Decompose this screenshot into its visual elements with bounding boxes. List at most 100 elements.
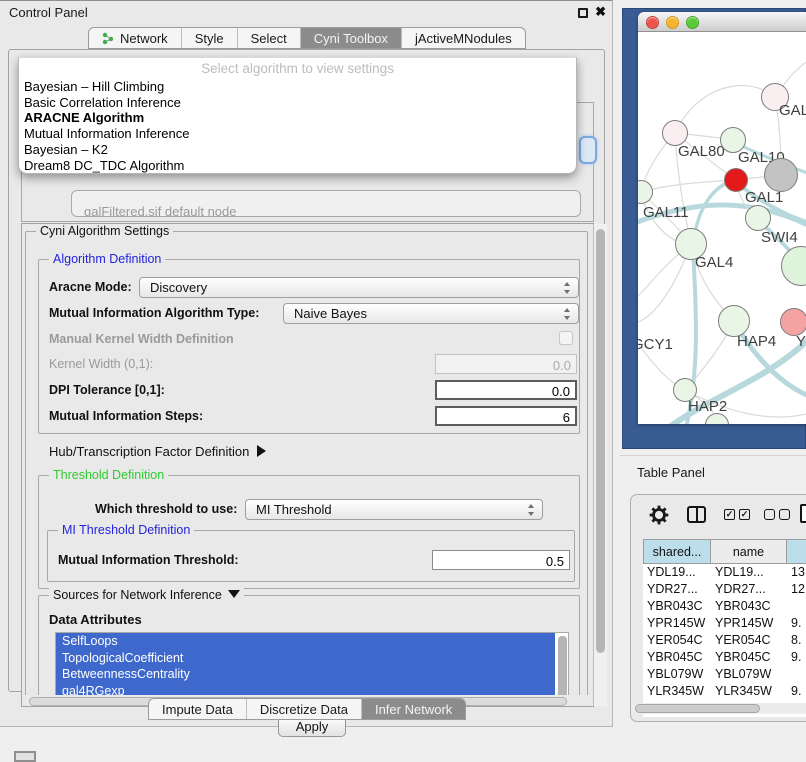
sources-group: Sources for Network Inference Data Attri… xyxy=(38,595,580,695)
table-cell[interactable]: YDL19... xyxy=(643,564,711,581)
settings-vertical-scrollbar[interactable] xyxy=(593,224,607,706)
unchecked-column-icon[interactable] xyxy=(764,509,775,520)
table-cell[interactable]: YLR345W xyxy=(643,683,711,700)
data-attributes-list[interactable]: SelfLoopsTopologicalCoefficientBetweenne… xyxy=(55,632,569,695)
table-cell[interactable]: 8. xyxy=(787,632,806,649)
table-cell[interactable]: YLR345W xyxy=(711,683,787,700)
table-row[interactable]: YBR045CYBR045C9. xyxy=(643,649,806,666)
table-cell[interactable]: YBL079W xyxy=(711,666,787,683)
tab-impute-data[interactable]: Impute Data xyxy=(149,699,246,719)
document-icon[interactable] xyxy=(800,504,806,523)
unchecked-column-icon[interactable] xyxy=(779,509,790,520)
close-window-icon[interactable] xyxy=(646,16,659,29)
mi-threshold-group: MI Threshold Definition Mutual Informati… xyxy=(47,530,575,582)
table-row[interactable]: YBR043CYBR043C xyxy=(643,598,806,615)
table-row[interactable]: YBL079WYBL079W xyxy=(643,666,806,683)
hub-definition-toggle[interactable]: Hub/Transcription Factor Definition xyxy=(49,444,266,459)
table-cell[interactable]: YER054C xyxy=(643,632,711,649)
tab-select[interactable]: Select xyxy=(237,28,300,48)
aracne-mode-label: Aracne Mode: xyxy=(49,280,132,294)
gear-icon[interactable] xyxy=(648,504,670,526)
minimize-window-icon[interactable] xyxy=(666,16,679,29)
manual-kernel-checkbox[interactable] xyxy=(559,331,573,345)
checked-column-icon[interactable]: ✓ xyxy=(724,509,735,520)
table-horizontal-scrollbar[interactable] xyxy=(632,703,806,714)
kernel-width-field[interactable] xyxy=(435,354,577,374)
close-panel-icon[interactable]: ✖ xyxy=(595,4,606,20)
network-canvas[interactable]: GALGAL80GAL10GAL1GAL11SWI4GAL4GCY1HAP4YH… xyxy=(638,32,806,424)
data-attribute-item[interactable]: TopologicalCoefficient xyxy=(56,650,555,667)
tab-cyni-toolbox[interactable]: Cyni Toolbox xyxy=(300,28,401,48)
table-row[interactable]: YPR145WYPR145W9. xyxy=(643,615,806,632)
table-cell[interactable]: YDR27... xyxy=(711,581,787,598)
network-window-titlebar[interactable] xyxy=(638,12,806,32)
column-header-name[interactable]: name xyxy=(711,539,787,564)
algorithm-option[interactable]: Dream8 DC_TDC Algorithm xyxy=(19,158,576,174)
mi-steps-label: Mutual Information Steps: xyxy=(49,409,203,423)
table-cell[interactable]: 9. xyxy=(787,649,806,666)
dpi-tolerance-field[interactable] xyxy=(435,380,577,400)
network-node[interactable] xyxy=(764,158,798,192)
tab-infer-network[interactable]: Infer Network xyxy=(361,699,465,719)
tab-jactivemnodules[interactable]: jActiveMNodules xyxy=(401,28,525,48)
zoom-window-icon[interactable] xyxy=(686,16,699,29)
application-stage: Control Panel ✖ Network Style Select Cyn… xyxy=(0,0,806,762)
table-cell[interactable]: 13 xyxy=(787,564,806,581)
table-cell[interactable]: YBR045C xyxy=(643,649,711,666)
algorithm-dropdown[interactable]: Select algorithm to view settings Bayesi… xyxy=(18,57,577,174)
table-row[interactable]: YER054CYER054C8. xyxy=(643,632,806,649)
attr-list-scrollbar[interactable] xyxy=(558,635,567,695)
table-cell[interactable]: 12 xyxy=(787,581,806,598)
focused-combo-fragment xyxy=(579,136,597,164)
network-node-swi4[interactable] xyxy=(745,205,771,231)
table-cell[interactable]: YER054C xyxy=(711,632,787,649)
checked-column-icon[interactable]: ✓ xyxy=(739,509,750,520)
algorithm-option[interactable]: Bayesian – Hill Climbing xyxy=(19,79,576,95)
mi-threshold-field[interactable] xyxy=(432,550,570,570)
tab-network[interactable]: Network xyxy=(89,28,181,48)
algorithm-option[interactable]: Basic Correlation Inference xyxy=(19,95,576,111)
which-threshold-select[interactable]: MI Threshold xyxy=(245,499,543,520)
control-panel-titlebar: Control Panel ✖ xyxy=(0,1,612,25)
table-cell[interactable] xyxy=(787,666,806,683)
data-attribute-item[interactable]: gal4RGexp xyxy=(56,683,555,696)
node-label: HAP2 xyxy=(688,398,727,415)
tab-discretize-data[interactable]: Discretize Data xyxy=(246,699,361,719)
table-row[interactable]: YDL19...YDL19...13 xyxy=(643,564,806,581)
table-row[interactable]: YLR345WYLR345W9. xyxy=(643,683,806,700)
table-cell[interactable]: YBR043C xyxy=(711,598,787,615)
table-cell[interactable]: YPR145W xyxy=(643,615,711,632)
algorithm-definition-title: Algorithm Definition xyxy=(49,252,165,266)
data-attribute-item[interactable]: SelfLoops xyxy=(56,633,555,650)
mi-type-select[interactable]: Naive Bayes xyxy=(283,303,579,324)
algorithm-dropdown-list: Bayesian – Hill ClimbingBasic Correlatio… xyxy=(19,79,576,173)
algorithm-option[interactable]: ARACNE Algorithm xyxy=(19,110,576,126)
algorithm-option[interactable]: Bayesian – K2 xyxy=(19,142,576,158)
table-cell[interactable]: YDL19... xyxy=(711,564,787,581)
mi-steps-field[interactable] xyxy=(435,406,577,426)
table-cell[interactable]: YPR145W xyxy=(711,615,787,632)
split-columns-icon[interactable] xyxy=(687,506,706,523)
table-cell[interactable]: YBR043C xyxy=(643,598,711,615)
float-window-icon[interactable] xyxy=(578,8,588,18)
algorithm-option[interactable]: Mutual Information Inference xyxy=(19,126,576,142)
table-row[interactable]: YDR27...YDR27...12 xyxy=(643,581,806,598)
column-header-partial[interactable] xyxy=(787,539,806,564)
table-cell[interactable]: 9. xyxy=(787,683,806,700)
node-label: GAL11 xyxy=(643,204,689,221)
table-cell[interactable]: 9. xyxy=(787,615,806,632)
dpi-tolerance-label: DPI Tolerance [0,1]: xyxy=(49,383,165,397)
table-cell[interactable]: YDR27... xyxy=(643,581,711,598)
data-attribute-item[interactable]: BetweennessCentrality xyxy=(56,666,555,683)
column-header-shared-name[interactable]: shared... xyxy=(643,539,711,564)
sources-group-title: Sources for Network Inference xyxy=(49,588,244,602)
network-node-y[interactable] xyxy=(780,308,806,336)
table-cell[interactable]: YBR045C xyxy=(711,649,787,666)
cyni-bottom-tabbar: Impute Data Discretize Data Infer Networ… xyxy=(148,698,466,720)
collapsed-arrow-icon xyxy=(257,445,266,457)
aracne-mode-select[interactable]: Discovery xyxy=(139,277,579,298)
table-cell[interactable]: YBL079W xyxy=(643,666,711,683)
network-combo-fragment: galFiltered.sif default node xyxy=(71,190,581,217)
table-cell[interactable] xyxy=(787,598,806,615)
tab-style[interactable]: Style xyxy=(181,28,237,48)
